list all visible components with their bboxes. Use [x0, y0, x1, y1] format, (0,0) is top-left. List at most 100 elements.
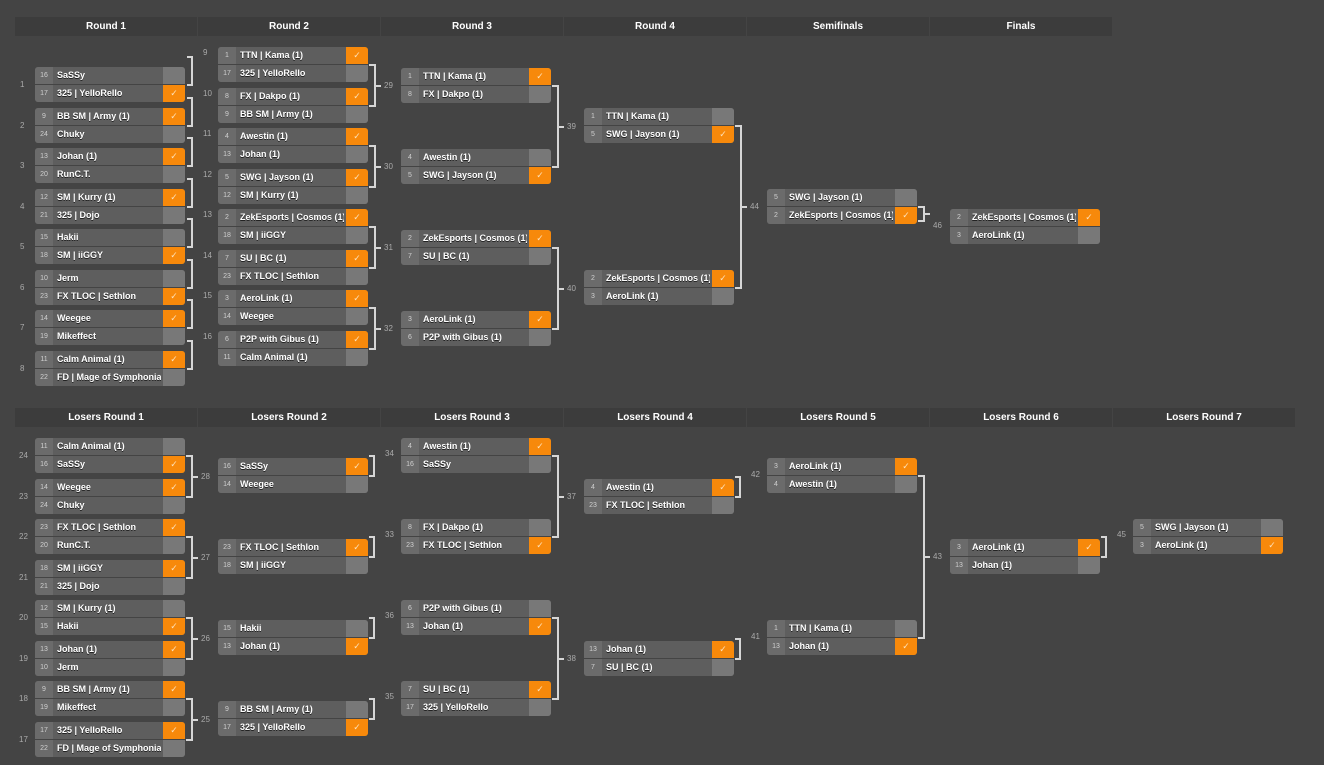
team-row[interactable]: 15 Hakii [218, 620, 368, 637]
team-row[interactable]: 23 FX TLOC | Sethlon ✓ [218, 539, 368, 556]
match[interactable]: 13 Johan (1) ✓ 10 Jerm [35, 641, 185, 677]
match[interactable]: 1 TTN | Kama (1) 5 SWG | Jayson (1) ✓ [584, 108, 734, 144]
team-row[interactable]: 11 Calm Animal (1) [35, 438, 185, 455]
match[interactable]: 6 P2P with Gibus (1) ✓ 11 Calm Animal (1) [218, 331, 368, 367]
team-row[interactable]: 10 Jerm [35, 270, 185, 287]
match[interactable]: 15 Hakii 18 SM | iiGGY ✓ [35, 229, 185, 265]
match[interactable]: 2 ZekEsports | Cosmos (1) ✓ 7 SU | BC (1) [401, 230, 551, 266]
team-row[interactable]: 3 AeroLink (1) ✓ [218, 290, 368, 307]
team-row[interactable]: 3 AeroLink (1) ✓ [767, 458, 917, 475]
team-row[interactable]: 9 BB SM | Army (1) ✓ [35, 108, 185, 125]
team-row[interactable]: 14 Weegee ✓ [35, 310, 185, 327]
match[interactable]: 9 BB SM | Army (1) 17 325 | YelloRello ✓ [218, 701, 368, 737]
team-row[interactable]: 4 Awestin (1) [401, 149, 551, 166]
team-row[interactable]: 11 Calm Animal (1) [218, 349, 368, 366]
match[interactable]: 11 Calm Animal (1) 16 SaSSy ✓ [35, 438, 185, 474]
team-row[interactable]: 23 FX TLOC | Sethlon [218, 268, 368, 285]
team-row[interactable]: 5 SWG | Jayson (1) [1133, 519, 1283, 536]
team-row[interactable]: 17 325 | YelloRello [218, 65, 368, 82]
team-row[interactable]: 18 SM | iiGGY ✓ [35, 560, 185, 577]
match[interactable]: 18 SM | iiGGY ✓ 21 325 | Dojo [35, 560, 185, 596]
match[interactable]: 3 AeroLink (1) ✓ 6 P2P with Gibus (1) [401, 311, 551, 347]
team-row[interactable]: 24 Chuky [35, 126, 185, 143]
team-row[interactable]: 20 RunC.T. [35, 166, 185, 183]
match[interactable]: 9 BB SM | Army (1) ✓ 24 Chuky [35, 108, 185, 144]
team-row[interactable]: 16 SaSSy ✓ [35, 456, 185, 473]
team-row[interactable]: 4 Awestin (1) ✓ [218, 128, 368, 145]
match[interactable]: 5 SWG | Jayson (1) ✓ 12 SM | Kurry (1) [218, 169, 368, 205]
team-row[interactable]: 1 TTN | Kama (1) [584, 108, 734, 125]
team-row[interactable]: 12 SM | Kurry (1) [35, 600, 185, 617]
team-row[interactable]: 3 AeroLink (1) [584, 288, 734, 305]
team-row[interactable]: 4 Awestin (1) ✓ [584, 479, 734, 496]
match[interactable]: 10 Jerm 23 FX TLOC | Sethlon ✓ [35, 270, 185, 306]
team-row[interactable]: 17 325 | YelloRello ✓ [35, 722, 185, 739]
team-row[interactable]: 17 325 | YelloRello [401, 699, 551, 716]
team-row[interactable]: 21 325 | Dojo [35, 578, 185, 595]
team-row[interactable]: 15 Hakii [35, 229, 185, 246]
team-row[interactable]: 4 Awestin (1) [767, 476, 917, 493]
match[interactable]: 8 FX | Dakpo (1) 23 FX TLOC | Sethlon ✓ [401, 519, 551, 555]
team-row[interactable]: 3 AeroLink (1) ✓ [1133, 537, 1283, 554]
team-row[interactable]: 12 SM | Kurry (1) ✓ [35, 189, 185, 206]
team-row[interactable]: 23 FX TLOC | Sethlon ✓ [35, 519, 185, 536]
match[interactable]: 3 AeroLink (1) ✓ 4 Awestin (1) [767, 458, 917, 494]
team-row[interactable]: 2 ZekEsports | Cosmos (1) ✓ [584, 270, 734, 287]
match[interactable]: 17 325 | YelloRello ✓ 22 FD | Mage of Sympho… [35, 722, 185, 758]
match[interactable]: 2 ZekEsports | Cosmos (1) ✓ 18 SM | iiGGY [218, 209, 368, 245]
match[interactable]: 15 Hakii 13 Johan (1) ✓ [218, 620, 368, 656]
match[interactable]: 16 SaSSy ✓ 14 Weegee [218, 458, 368, 494]
team-row[interactable]: 18 SM | iiGGY ✓ [35, 247, 185, 264]
match[interactable]: 12 SM | Kurry (1) 15 Hakii ✓ [35, 600, 185, 636]
team-row[interactable]: 1 TTN | Kama (1) ✓ [401, 68, 551, 85]
match[interactable]: 12 SM | Kurry (1) ✓ 21 325 | Dojo [35, 189, 185, 225]
match[interactable]: 9 BB SM | Army (1) ✓ 19 Mikeffect [35, 681, 185, 717]
team-row[interactable]: 7 SU | BC (1) [584, 659, 734, 676]
team-row[interactable]: 13 Johan (1) ✓ [584, 641, 734, 658]
team-row[interactable]: 18 SM | iiGGY [218, 557, 368, 574]
team-row[interactable]: 8 FX | Dakpo (1) ✓ [218, 88, 368, 105]
match[interactable]: 2 ZekEsports | Cosmos (1) ✓ 3 AeroLink (1) [950, 209, 1100, 245]
team-row[interactable]: 23 FX TLOC | Sethlon ✓ [35, 288, 185, 305]
team-row[interactable]: 2 ZekEsports | Cosmos (1) ✓ [401, 230, 551, 247]
team-row[interactable]: 8 FX | Dakpo (1) [401, 519, 551, 536]
match[interactable]: 4 Awestin (1) 5 SWG | Jayson (1) ✓ [401, 149, 551, 185]
team-row[interactable]: 17 325 | YelloRello ✓ [218, 719, 368, 736]
team-row[interactable]: 13 Johan (1) ✓ [401, 618, 551, 635]
team-row[interactable]: 12 SM | Kurry (1) [218, 187, 368, 204]
team-row[interactable]: 22 FD | Mage of Symphonia [35, 740, 185, 757]
team-row[interactable]: 3 AeroLink (1) ✓ [401, 311, 551, 328]
team-row[interactable]: 14 Weegee [218, 308, 368, 325]
match[interactable]: 14 Weegee ✓ 19 Mikeffect [35, 310, 185, 346]
match[interactable]: 4 Awestin (1) ✓ 13 Johan (1) [218, 128, 368, 164]
team-row[interactable]: 16 SaSSy [401, 456, 551, 473]
team-row[interactable]: 9 BB SM | Army (1) ✓ [35, 681, 185, 698]
team-row[interactable]: 23 FX TLOC | Sethlon [584, 497, 734, 514]
team-row[interactable]: 2 ZekEsports | Cosmos (1) ✓ [767, 207, 917, 224]
match[interactable]: 1 TTN | Kama (1) 13 Johan (1) ✓ [767, 620, 917, 656]
match[interactable]: 16 SaSSy 17 325 | YelloRello ✓ [35, 67, 185, 103]
team-row[interactable]: 5 SWG | Jayson (1) ✓ [401, 167, 551, 184]
team-row[interactable]: 2 ZekEsports | Cosmos (1) ✓ [218, 209, 368, 226]
team-row[interactable]: 5 SWG | Jayson (1) ✓ [218, 169, 368, 186]
team-row[interactable]: 15 Hakii ✓ [35, 618, 185, 635]
team-row[interactable]: 14 Weegee ✓ [35, 479, 185, 496]
team-row[interactable]: 2 ZekEsports | Cosmos (1) ✓ [950, 209, 1100, 226]
match[interactable]: 3 AeroLink (1) ✓ 13 Johan (1) [950, 539, 1100, 575]
team-row[interactable]: 4 Awestin (1) ✓ [401, 438, 551, 455]
team-row[interactable]: 24 Chuky [35, 497, 185, 514]
team-row[interactable]: 10 Jerm [35, 659, 185, 676]
match[interactable]: 23 FX TLOC | Sethlon ✓ 18 SM | iiGGY [218, 539, 368, 575]
team-row[interactable]: 16 SaSSy ✓ [218, 458, 368, 475]
match[interactable]: 4 Awestin (1) ✓ 23 FX TLOC | Sethlon [584, 479, 734, 515]
team-row[interactable]: 6 P2P with Gibus (1) ✓ [218, 331, 368, 348]
team-row[interactable]: 18 SM | iiGGY [218, 227, 368, 244]
team-row[interactable]: 13 Johan (1) ✓ [35, 641, 185, 658]
team-row[interactable]: 19 Mikeffect [35, 328, 185, 345]
team-row[interactable]: 20 RunC.T. [35, 537, 185, 554]
team-row[interactable]: 3 AeroLink (1) [950, 227, 1100, 244]
team-row[interactable]: 13 Johan (1) ✓ [218, 638, 368, 655]
match[interactable]: 8 FX | Dakpo (1) ✓ 9 BB SM | Army (1) [218, 88, 368, 124]
match[interactable]: 7 SU | BC (1) ✓ 17 325 | YelloRello [401, 681, 551, 717]
team-row[interactable]: 3 AeroLink (1) ✓ [950, 539, 1100, 556]
